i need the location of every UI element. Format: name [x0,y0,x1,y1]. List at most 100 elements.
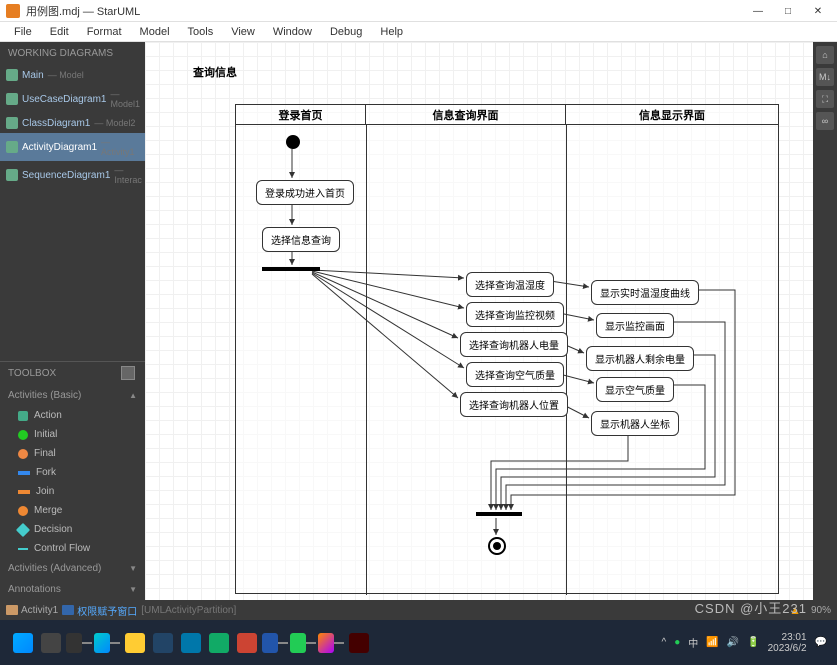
task-ppt[interactable] [234,628,260,658]
fork-bar[interactable] [262,267,320,271]
final-node[interactable] [488,537,506,555]
taskbar: ^ ● 中 📶 🔊 🔋 23:01 2023/6/2 💬 [0,620,837,665]
task-wechat[interactable] [290,628,316,658]
word-icon [262,633,278,653]
lane-header-2[interactable]: 信息显示界面 [566,105,778,124]
lane-header-0[interactable]: 登录首页 [236,105,366,124]
diagram-main[interactable]: Main — Model [0,65,145,85]
menu-window[interactable]: Window [265,24,320,40]
menu-help[interactable]: Help [372,24,411,40]
action-show-robot-coord[interactable]: 显示机器人坐标 [591,411,679,436]
warning-icon[interactable]: ▲ [789,603,801,617]
canvas[interactable]: 查询信息 登录首页 信息查询界面 信息显示界面 [145,42,813,600]
tray-battery-icon[interactable]: 🔋 [747,637,759,648]
tray-wifi-icon[interactable]: 📶 [706,637,718,648]
tray-volume-icon[interactable]: 🔊 [727,637,739,648]
wechat-icon [290,633,306,653]
home-icon[interactable]: ⌂ [816,46,834,64]
menu-format[interactable]: Format [79,24,130,40]
diagram-icon [6,93,18,105]
action-q-robot-pos[interactable]: 选择查询机器人位置 [460,392,568,417]
app-icon [349,633,369,653]
action-q-monitor-video[interactable]: 选择查询监控视频 [466,302,564,327]
lane-header-1[interactable]: 信息查询界面 [366,105,566,124]
flow-icon [18,548,28,550]
task-excel[interactable] [206,628,232,658]
final-icon [18,449,28,459]
toolbox-annotations-section[interactable]: Annotations▼ [0,579,145,600]
pointer-tool-icon[interactable] [121,366,135,380]
join-icon [18,490,30,494]
app-icon [66,633,82,653]
diagram-usecase[interactable]: UseCaseDiagram1 — Model1 [0,85,145,113]
task-texmaker[interactable] [150,628,176,658]
tool-join[interactable]: Join [0,482,145,501]
markdown-icon[interactable]: M↓ [816,68,834,86]
decision-icon [16,522,30,536]
search-icon [41,633,61,653]
zoom-level[interactable]: 90% [811,605,831,616]
start-button[interactable] [10,628,36,658]
staruml-icon [318,633,334,653]
tool-merge[interactable]: Merge [0,501,145,520]
menu-tools[interactable]: Tools [180,24,222,40]
diagram-activity[interactable]: ActivityDiagram1 — Activity1 [0,133,145,161]
status-partition[interactable]: 权限赋予窗口 [62,603,137,618]
action-login-success[interactable]: 登录成功进入首页 [256,180,354,205]
diagram-icon [6,169,18,181]
initial-node[interactable] [286,135,300,149]
task-staruml[interactable] [318,628,344,658]
minimize-button[interactable]: — [743,0,773,22]
tray-chevron-icon[interactable]: ^ [662,637,667,648]
status-activity[interactable]: Activity1 [6,605,58,616]
task-edge[interactable] [94,628,120,658]
tray-date[interactable]: 2023/6/2 [768,643,807,654]
action-show-robot-power[interactable]: 显示机器人剩余电量 [586,346,694,371]
close-button[interactable]: ✕ [803,0,833,22]
tool-control-flow[interactable]: Control Flow [0,539,145,558]
menu-edit[interactable]: Edit [42,24,77,40]
menu-debug[interactable]: Debug [322,24,370,40]
action-show-air-quality[interactable]: 显示空气质量 [596,377,674,402]
toolbox-basic-section[interactable]: Activities (Basic)▲ [0,385,145,406]
join-bar[interactable] [476,512,522,516]
task-explorer[interactable] [122,628,148,658]
action-show-monitor[interactable]: 显示监控画面 [596,313,674,338]
share-icon[interactable]: ∞ [816,112,834,130]
maximize-button[interactable]: □ [773,0,803,22]
menu-file[interactable]: File [6,24,40,40]
task-code[interactable] [178,628,204,658]
action-q-temp-humid[interactable]: 选择查询温湿度 [466,272,554,297]
diagram-class[interactable]: ClassDiagram1 — Model2 [0,113,145,133]
toolbox-advanced-section[interactable]: Activities (Advanced)▼ [0,558,145,579]
titlebar: 用例图.mdj — StarUML — □ ✕ [0,0,837,22]
diagram-sequence[interactable]: SequenceDiagram1 — Interac [0,161,145,189]
task-search[interactable] [38,628,64,658]
menu-view[interactable]: View [223,24,263,40]
tool-action[interactable]: Action [0,406,145,425]
tray-notifications-icon[interactable]: 💬 [815,637,827,648]
diagram-title[interactable]: 查询信息 [193,64,237,80]
menu-model[interactable]: Model [132,24,178,40]
action-show-temp-curve[interactable]: 显示实时温湿度曲线 [591,280,699,305]
tool-final[interactable]: Final [0,444,145,463]
tool-initial[interactable]: Initial [0,425,145,444]
status-type: [UMLActivityPartition] [141,605,236,616]
expand-icon[interactable]: ⛶ [816,90,834,108]
tray-lang[interactable]: 中 [688,635,698,650]
tool-fork[interactable]: Fork [0,463,145,482]
tool-decision[interactable]: Decision [0,520,145,539]
tex-icon [153,633,173,653]
task-app-1[interactable] [66,628,92,658]
swimlanes[interactable]: 登录首页 信息查询界面 信息显示界面 [235,104,779,594]
action-select-info-query[interactable]: 选择信息查询 [262,227,340,252]
task-app-2[interactable] [346,628,372,658]
fork-icon [18,471,30,475]
diagram-icon [6,141,18,153]
action-q-robot-power[interactable]: 选择查询机器人电量 [460,332,568,357]
task-word[interactable] [262,628,288,658]
tray-time[interactable]: 23:01 [768,632,807,643]
action-q-air-quality[interactable]: 选择查询空气质量 [466,362,564,387]
folder-icon [125,633,145,653]
tray-wechat-icon[interactable]: ● [674,637,680,648]
